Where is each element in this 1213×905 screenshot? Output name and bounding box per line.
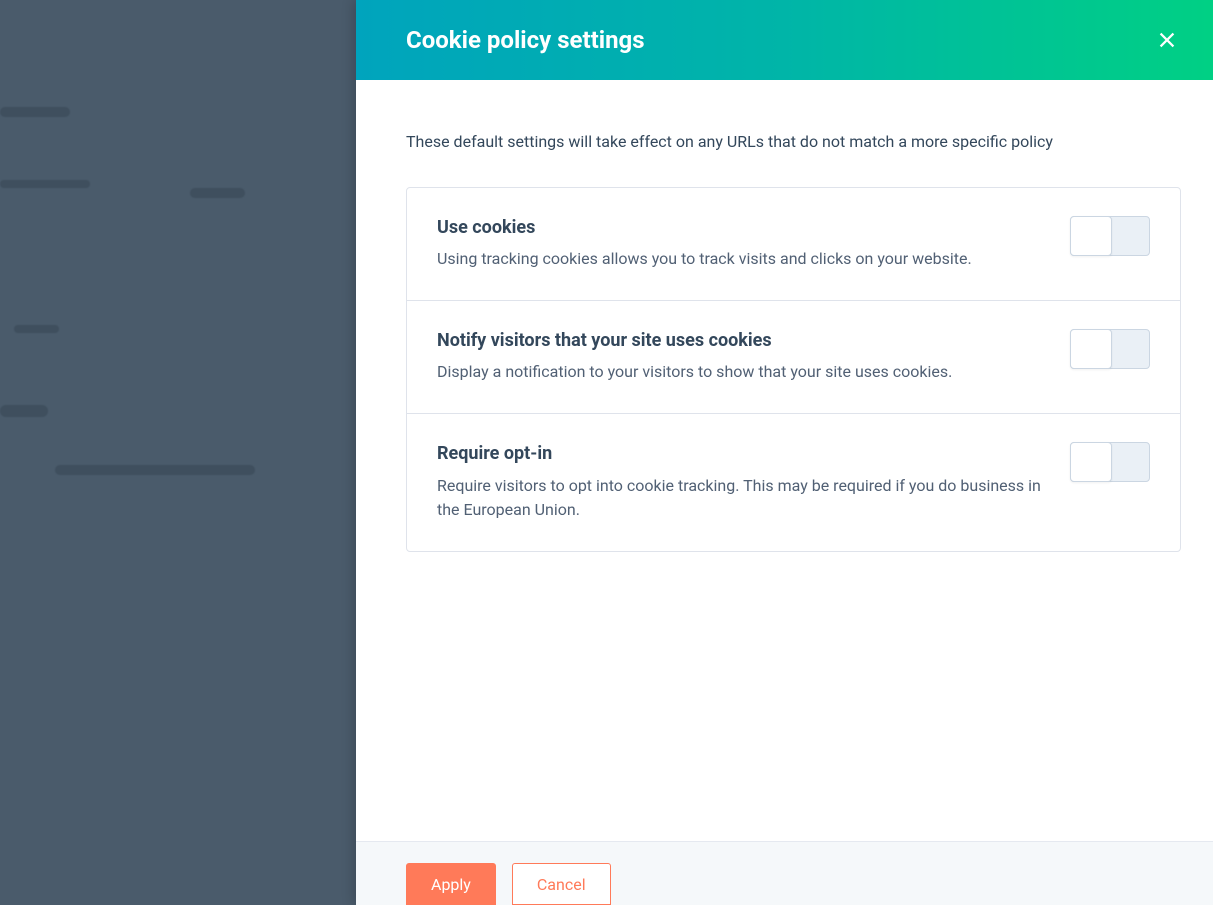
background-shape bbox=[0, 180, 90, 188]
panel-header: Cookie policy settings bbox=[356, 0, 1213, 80]
setting-description: Using tracking cookies allows you to tra… bbox=[437, 247, 1042, 272]
setting-title: Require opt-in bbox=[437, 442, 1042, 465]
panel-footer: Apply Cancel bbox=[356, 841, 1213, 905]
toggle-require-opt-in[interactable] bbox=[1070, 442, 1150, 482]
toggle-knob bbox=[1070, 216, 1112, 256]
background-shape bbox=[14, 325, 59, 333]
setting-row-use-cookies: Use cookies Using tracking cookies allow… bbox=[407, 188, 1180, 300]
toggle-knob bbox=[1070, 442, 1112, 482]
setting-row-require-opt-in: Require opt-in Require visitors to opt i… bbox=[407, 413, 1180, 551]
background-shape bbox=[55, 465, 255, 475]
settings-list: Use cookies Using tracking cookies allow… bbox=[406, 187, 1181, 552]
panel-title: Cookie policy settings bbox=[406, 26, 645, 54]
cancel-button[interactable]: Cancel bbox=[512, 863, 611, 905]
toggle-notify-visitors[interactable] bbox=[1070, 329, 1150, 369]
setting-title: Use cookies bbox=[437, 216, 1042, 239]
setting-title: Notify visitors that your site uses cook… bbox=[437, 329, 1042, 352]
background-shape bbox=[0, 107, 70, 117]
close-button[interactable] bbox=[1153, 26, 1181, 54]
toggle-use-cookies[interactable] bbox=[1070, 216, 1150, 256]
setting-description: Require visitors to opt into cookie trac… bbox=[437, 474, 1042, 524]
setting-text: Use cookies Using tracking cookies allow… bbox=[437, 216, 1042, 272]
background-shape bbox=[0, 405, 48, 417]
setting-text: Require opt-in Require visitors to opt i… bbox=[437, 442, 1042, 523]
setting-row-notify-visitors: Notify visitors that your site uses cook… bbox=[407, 300, 1180, 413]
cookie-policy-panel: Cookie policy settings These default set… bbox=[356, 0, 1213, 905]
setting-text: Notify visitors that your site uses cook… bbox=[437, 329, 1042, 385]
toggle-knob bbox=[1070, 329, 1112, 369]
close-icon bbox=[1156, 29, 1178, 51]
background-shape bbox=[190, 188, 245, 198]
setting-description: Display a notification to your visitors … bbox=[437, 360, 1042, 385]
apply-button[interactable]: Apply bbox=[406, 863, 496, 905]
panel-body: These default settings will take effect … bbox=[356, 80, 1213, 841]
intro-text: These default settings will take effect … bbox=[406, 130, 1181, 155]
